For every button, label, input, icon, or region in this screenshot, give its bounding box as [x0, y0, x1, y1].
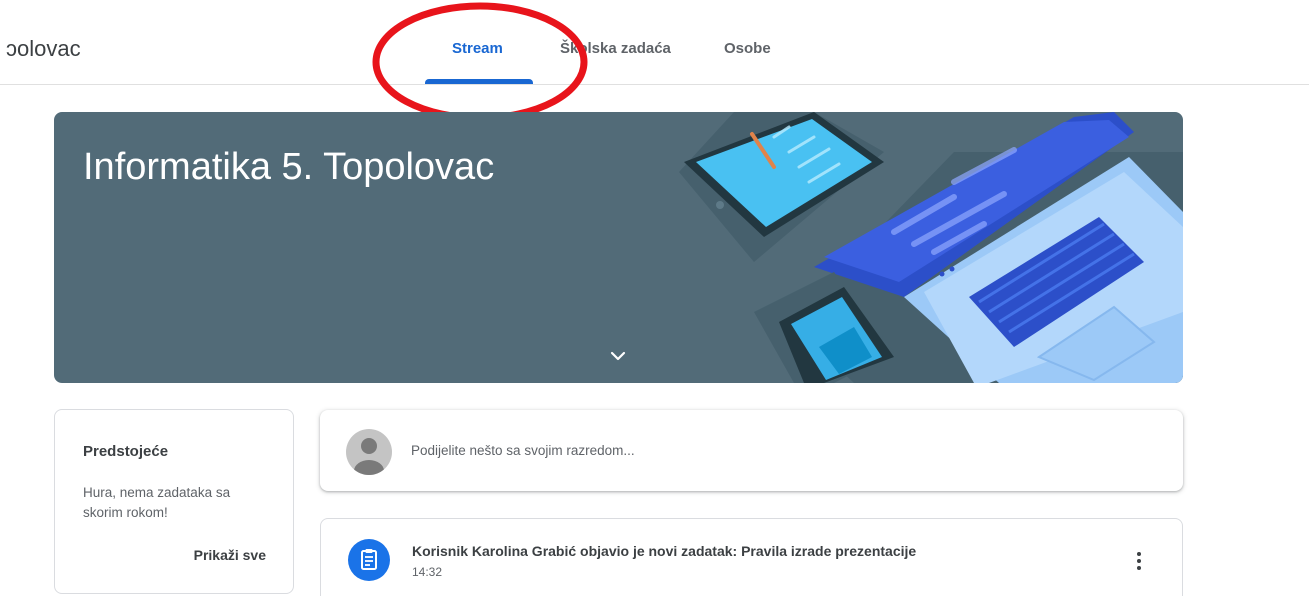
- class-banner: Informatika 5. Topolovac: [54, 112, 1183, 383]
- chevron-down-icon[interactable]: [606, 344, 630, 368]
- assignment-icon: [348, 539, 390, 581]
- upcoming-title: Predstojeće: [83, 443, 169, 460]
- tab-stream[interactable]: Stream: [452, 40, 503, 57]
- avatar: [346, 429, 392, 475]
- view-all-button[interactable]: Prikaži sve: [194, 547, 266, 563]
- tab-people[interactable]: Osobe: [724, 40, 771, 57]
- share-box[interactable]: Podijelite nešto sa svojim razredom...: [320, 410, 1183, 491]
- post-title[interactable]: Korisnik Karolina Grabić objavio je novi…: [412, 543, 916, 559]
- user-icon: [354, 438, 384, 475]
- top-navigation-bar: ɔolovac Stream Školska zadaća Osobe: [0, 0, 1309, 85]
- post-time: 14:32: [412, 565, 443, 579]
- upcoming-card: Predstojeće Hura, nema zadataka sa skori…: [54, 409, 294, 594]
- class-name[interactable]: ɔolovac: [6, 36, 81, 62]
- more-options-icon[interactable]: [1133, 551, 1145, 571]
- stream-post[interactable]: Korisnik Karolina Grabić objavio je novi…: [320, 518, 1183, 596]
- share-input[interactable]: Podijelite nešto sa svojim razredom...: [411, 443, 635, 458]
- upcoming-message: Hura, nema zadataka sa skorim rokom!: [83, 485, 231, 520]
- active-tab-indicator: [425, 79, 533, 84]
- tab-classwork[interactable]: Školska zadaća: [560, 40, 671, 57]
- class-title: Informatika 5. Topolovac: [83, 146, 495, 188]
